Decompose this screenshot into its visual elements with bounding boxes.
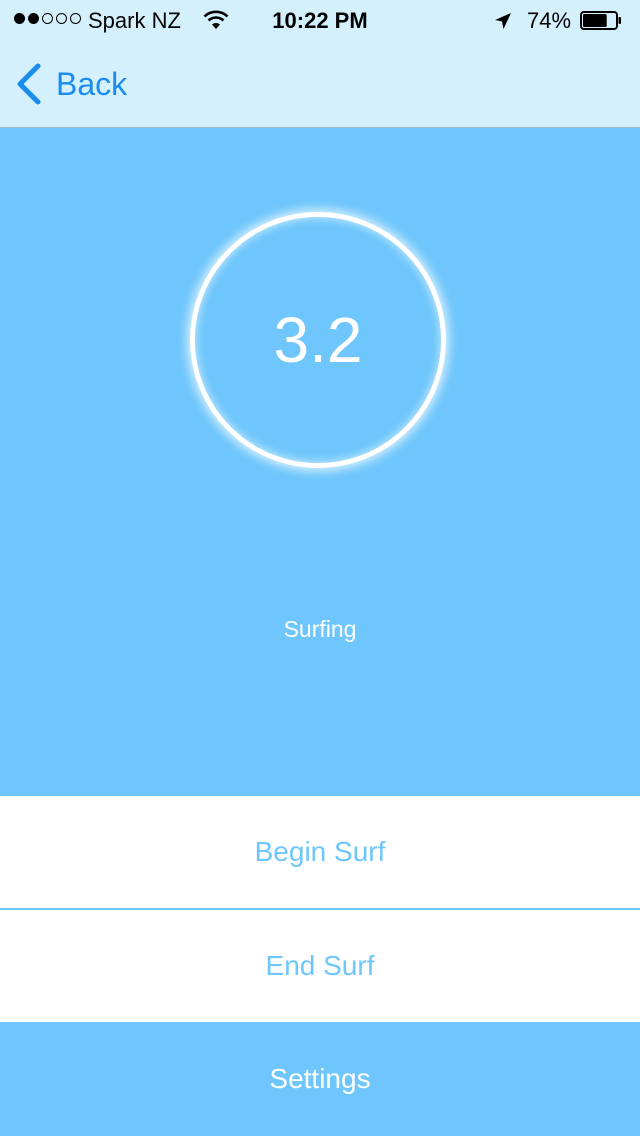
battery-percent: 74% xyxy=(527,8,572,33)
chevron-left-icon xyxy=(17,63,41,105)
battery-icon xyxy=(580,11,621,30)
surf-status: Surfing xyxy=(283,616,357,642)
end-surf-button[interactable]: End Surf xyxy=(0,910,640,1022)
surf-value: 3.2 xyxy=(273,304,363,376)
surf-panel: 3.2 Surfing xyxy=(0,128,640,796)
status-bar: Spark NZ 10:22 PM 74% xyxy=(0,0,640,40)
back-button[interactable]: Back xyxy=(14,60,127,108)
header: Spark NZ 10:22 PM 74% Back xyxy=(0,0,640,128)
settings-button[interactable]: Settings xyxy=(0,1022,640,1136)
back-label: Back xyxy=(56,65,128,102)
location-arrow-icon xyxy=(495,13,511,29)
begin-surf-button[interactable]: Begin Surf xyxy=(0,796,640,908)
